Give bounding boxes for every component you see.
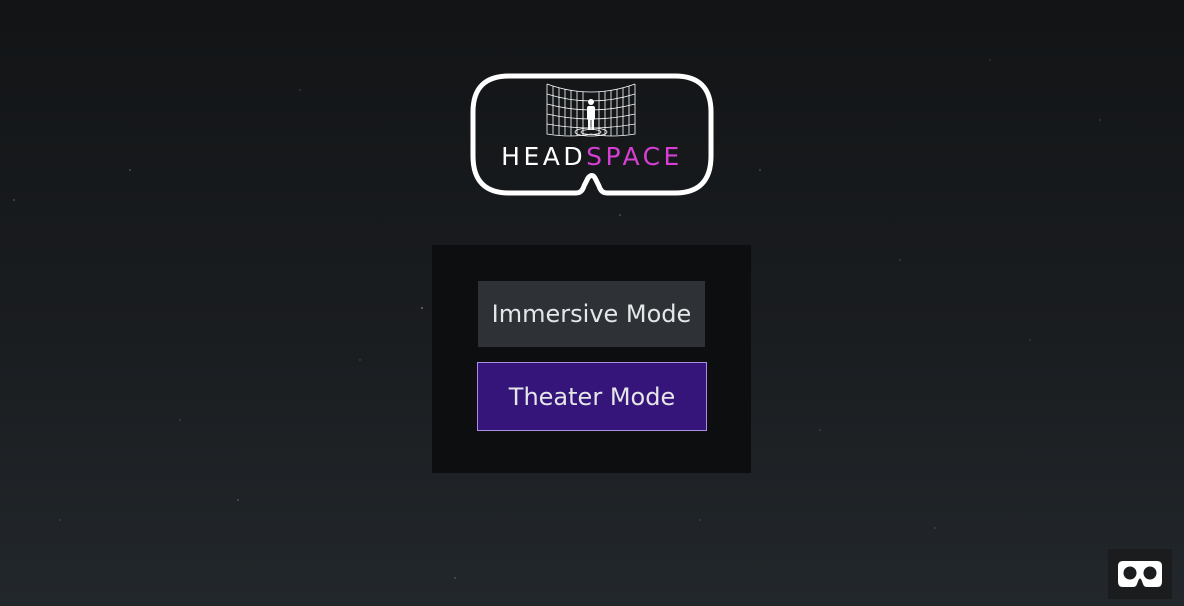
mode-selection-panel: Immersive Mode Theater Mode bbox=[432, 245, 751, 473]
vr-headset-outline-icon bbox=[470, 73, 714, 196]
headspace-logo: HEADSPACE bbox=[469, 72, 715, 198]
immersive-mode-button[interactable]: Immersive Mode bbox=[478, 281, 705, 347]
enter-vr-button[interactable] bbox=[1108, 549, 1172, 599]
vr-cardboard-icon bbox=[1118, 561, 1162, 587]
logo-wordmark: HEADSPACE bbox=[469, 142, 715, 172]
theater-mode-button[interactable]: Theater Mode bbox=[477, 362, 707, 431]
logo-word-head: HEAD bbox=[501, 142, 587, 171]
logo-word-space: SPACE bbox=[586, 142, 683, 171]
